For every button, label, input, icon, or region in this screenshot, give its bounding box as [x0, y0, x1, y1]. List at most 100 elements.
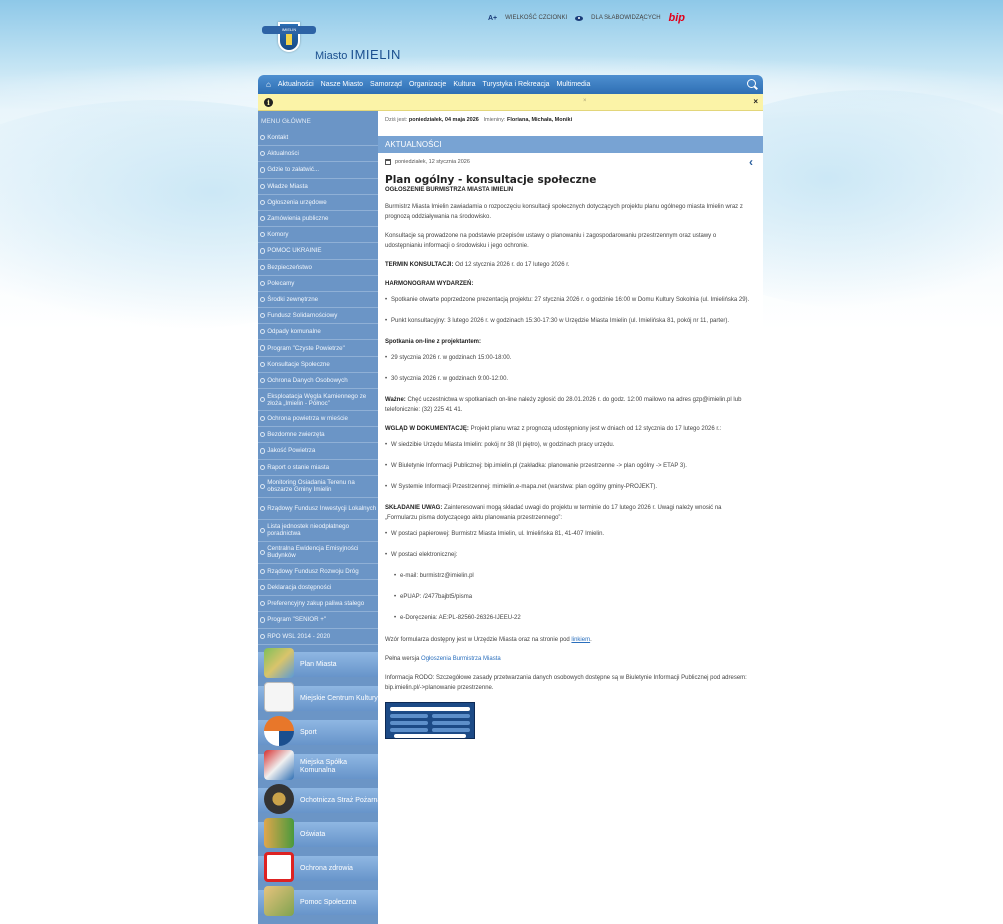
important-paragraph: Ważne: Chęć uczestnictwa w spotkaniach o… [385, 397, 742, 413]
list-item: Punkt konsultacyjny: 3 lutego 2026 r. w … [385, 316, 755, 326]
term-paragraph: TERMIN KONSULTACJI: Od 12 stycznia 2026 … [385, 262, 570, 268]
list-item: W postaci papierowej: Burmistrz Miasta I… [385, 529, 755, 539]
close-icon[interactable]: × [753, 97, 758, 106]
sidebar-item[interactable]: Zamówienia publiczne [258, 211, 378, 228]
font-size-link[interactable]: WIELKOŚĆ CZCIONKI [505, 15, 567, 21]
sidebar-item[interactable]: Gdzie to załatwić... [258, 162, 378, 179]
sidebar-item[interactable]: Deklaracja dostępności [258, 580, 378, 597]
sidebar-item[interactable]: Eksploatacja Węgla Kamiennego ze złoża „… [258, 389, 378, 411]
sidebar-item[interactable]: Raport o stanie miasta [258, 460, 378, 476]
nav-item[interactable]: Turystyka i Rekreacja [483, 81, 550, 88]
article-date: poniedziałek, 12 stycznia 2026 [385, 157, 755, 167]
sidebar-item[interactable]: Jakość Powietrza [258, 443, 378, 460]
nav-item[interactable]: Nasze Miasto [321, 81, 363, 88]
font-size-icon[interactable]: A+ [488, 15, 497, 22]
sidebar-item[interactable]: Kontakt [258, 130, 378, 147]
fire-brigade-icon [264, 784, 294, 814]
sidebar-item[interactable]: Władze Miasta [258, 179, 378, 195]
sidebar-item[interactable]: Bezdomne zwierzęta [258, 427, 378, 444]
sidebar-item[interactable]: Program "SENIOR +" [258, 612, 378, 629]
poster-thumbnail[interactable] [385, 702, 475, 739]
sidebar-item[interactable]: Rządowy Fundusz Rozwoju Dróg [258, 564, 378, 580]
culture-center-icon [264, 682, 294, 712]
tile-spolka-komunalna[interactable]: Miejska Spółka Komunalna [258, 750, 382, 780]
back-chevron-icon[interactable]: ‹ [749, 155, 753, 169]
medical-cross-icon [264, 852, 294, 882]
sidebar-item[interactable]: Ochrona powietrza w mieście [258, 411, 378, 428]
nav-item[interactable]: Aktualności [278, 81, 314, 88]
sidebar-item[interactable]: Rządowy Fundusz Inwestycji Lokalnych [258, 498, 378, 520]
paragraph: Burmistrz Miasta Imielin zawiadamia o ro… [385, 204, 743, 220]
education-icon [264, 818, 294, 848]
eye-icon[interactable] [575, 15, 584, 21]
article-title: Plan ogólny - konsultacje społeczne [385, 174, 597, 186]
online-heading: Spotkania on-line z projektantem: [385, 339, 482, 345]
article: poniedziałek, 12 stycznia 2026 ‹ Plan og… [385, 155, 755, 739]
main-nav: ⌂ Aktualności Nasze Miasto Samorząd Orga… [258, 75, 763, 94]
sidebar-item[interactable]: Ogłoszenia urzędowe [258, 195, 378, 211]
nav-item[interactable]: Organizacje [409, 81, 446, 88]
sidebar-item[interactable]: Aktualności [258, 146, 378, 163]
list-item: 30 stycznia 2026 r. w godzinach 9:00-12:… [385, 374, 755, 384]
low-vision-link[interactable]: DLA SŁABOWIDZĄCYCH [591, 15, 660, 21]
sidebar-item[interactable]: Preferencyjny zakup paliwa stałego [258, 596, 378, 613]
sidebar-item[interactable]: Monitoring Osiadania Terenu na obszarze … [258, 476, 378, 498]
full-version-paragraph: Pełna wersja Ogłoszenia Burmistrza Miast… [385, 656, 501, 662]
calendar-icon [385, 159, 391, 165]
main-content: Dziś jest: poniedziałek, 04 maja 2026 Im… [378, 111, 763, 924]
city-map-icon [264, 648, 294, 678]
list-item: e-Doręczenia: AE:PL-82560-26326-IJEEU-22 [385, 613, 755, 623]
sidebar-item[interactable]: Bezpieczeństwo [258, 260, 378, 276]
list-item: W postaci elektronicznej: [385, 550, 755, 560]
docs-paragraph: WGLĄD W DOKUMENTACJĘ: Projekt planu wraz… [385, 426, 722, 432]
page-wrapper: A+ WIELKOŚĆ CZCIONKI DLA SŁABOWIDZĄCYCH … [258, 0, 763, 924]
nav-item[interactable]: Samorząd [370, 81, 402, 88]
tile-centrum-kultury[interactable]: Miejskie Centrum Kultury [258, 682, 382, 712]
ball-icon [264, 716, 294, 746]
info-alert-bar: i × × [258, 94, 763, 111]
sidebar-heading: MENU GŁÓWNE [258, 111, 378, 130]
nav-item[interactable]: Kultura [453, 81, 475, 88]
sidebar-item[interactable]: Program "Czyste Powietrze" [258, 340, 378, 357]
home-icon[interactable]: ⌂ [266, 80, 271, 89]
tile-plan-miasta[interactable]: Plan Miasta [258, 648, 382, 678]
search-icon[interactable] [747, 79, 756, 88]
sidebar-item[interactable]: Ochrona Danych Osobowych [258, 373, 378, 389]
site-title[interactable]: Miasto IMIELIN [315, 47, 401, 62]
bip-logo[interactable]: bip [669, 12, 686, 24]
online-list: 29 stycznia 2026 r. w godzinach 15:00-18… [385, 353, 755, 384]
sidebar-item[interactable]: Środki zewnętrzne [258, 292, 378, 309]
close-small-icon[interactable]: × [583, 98, 587, 104]
list-item: 29 stycznia 2026 r. w godzinach 15:00-18… [385, 353, 755, 363]
list-item: ePUAP: /2477bajbt5/pisma [385, 592, 755, 602]
sidebar-item[interactable]: POMOC UKRAINIE [258, 243, 378, 260]
sidebar-item[interactable]: Komory [258, 227, 378, 244]
info-icon: i [264, 98, 273, 107]
form-link[interactable]: linkiem [571, 637, 590, 643]
tile-straz-pozarna[interactable]: Ochotnicza Straż Pożarna [258, 784, 382, 814]
article-subtitle: OGŁOSZENIE BURMISTRZA MIASTA IMIELIN [385, 187, 514, 193]
sidebar-item[interactable]: RPO WSL 2014 - 2020 [258, 629, 378, 645]
sidebar-item[interactable]: Konsultacje Społeczne [258, 357, 378, 373]
remarks-paragraph: SKŁADANIE UWAG: Zainteresowani mogą skła… [385, 505, 722, 521]
quick-links: Plan Miasta Miejskie Centrum Kultury Spo… [258, 648, 382, 924]
city-crest[interactable]: IMIELIN [262, 14, 316, 62]
tile-sport[interactable]: Sport [258, 716, 382, 746]
form-paragraph: Wzór formularza dostępny jest w Urzędzie… [385, 637, 592, 643]
sidebar-item[interactable]: Odpady komunalne [258, 324, 378, 341]
sidebar-item[interactable]: Fundusz Solidarnościowy [258, 308, 378, 325]
remarks-list: W postaci papierowej: Burmistrz Miasta I… [385, 529, 755, 623]
accessibility-bar: A+ WIELKOŚĆ CZCIONKI DLA SŁABOWIDZĄCYCH … [488, 12, 685, 24]
tile-ochrona-zdrowia[interactable]: Ochrona zdrowia [258, 852, 382, 882]
section-title: AKTUALNOŚCI [378, 136, 763, 153]
sidebar-item[interactable]: Polecamy [258, 276, 378, 292]
announcement-link[interactable]: Ogłoszenia Burmistrza Miasta [421, 656, 501, 662]
sidebar-item[interactable]: Lista jednostek nieodpłatnego poradnictw… [258, 520, 378, 542]
list-item: Spotkanie otwarte poprzedzone prezentacj… [385, 295, 755, 305]
list-item: W Biuletynie Informacji Publicznej: bip.… [385, 461, 755, 471]
tile-pomoc-spoleczna[interactable]: Pomoc Społeczna [258, 886, 382, 916]
tile-oswiata[interactable]: Oświata [258, 818, 382, 848]
schedule-list: Spotkanie otwarte poprzedzone prezentacj… [385, 295, 755, 326]
sidebar-item[interactable]: Centralna Ewidencja Emisyjności Budynków [258, 542, 378, 564]
nav-item[interactable]: Multimedia [557, 81, 591, 88]
